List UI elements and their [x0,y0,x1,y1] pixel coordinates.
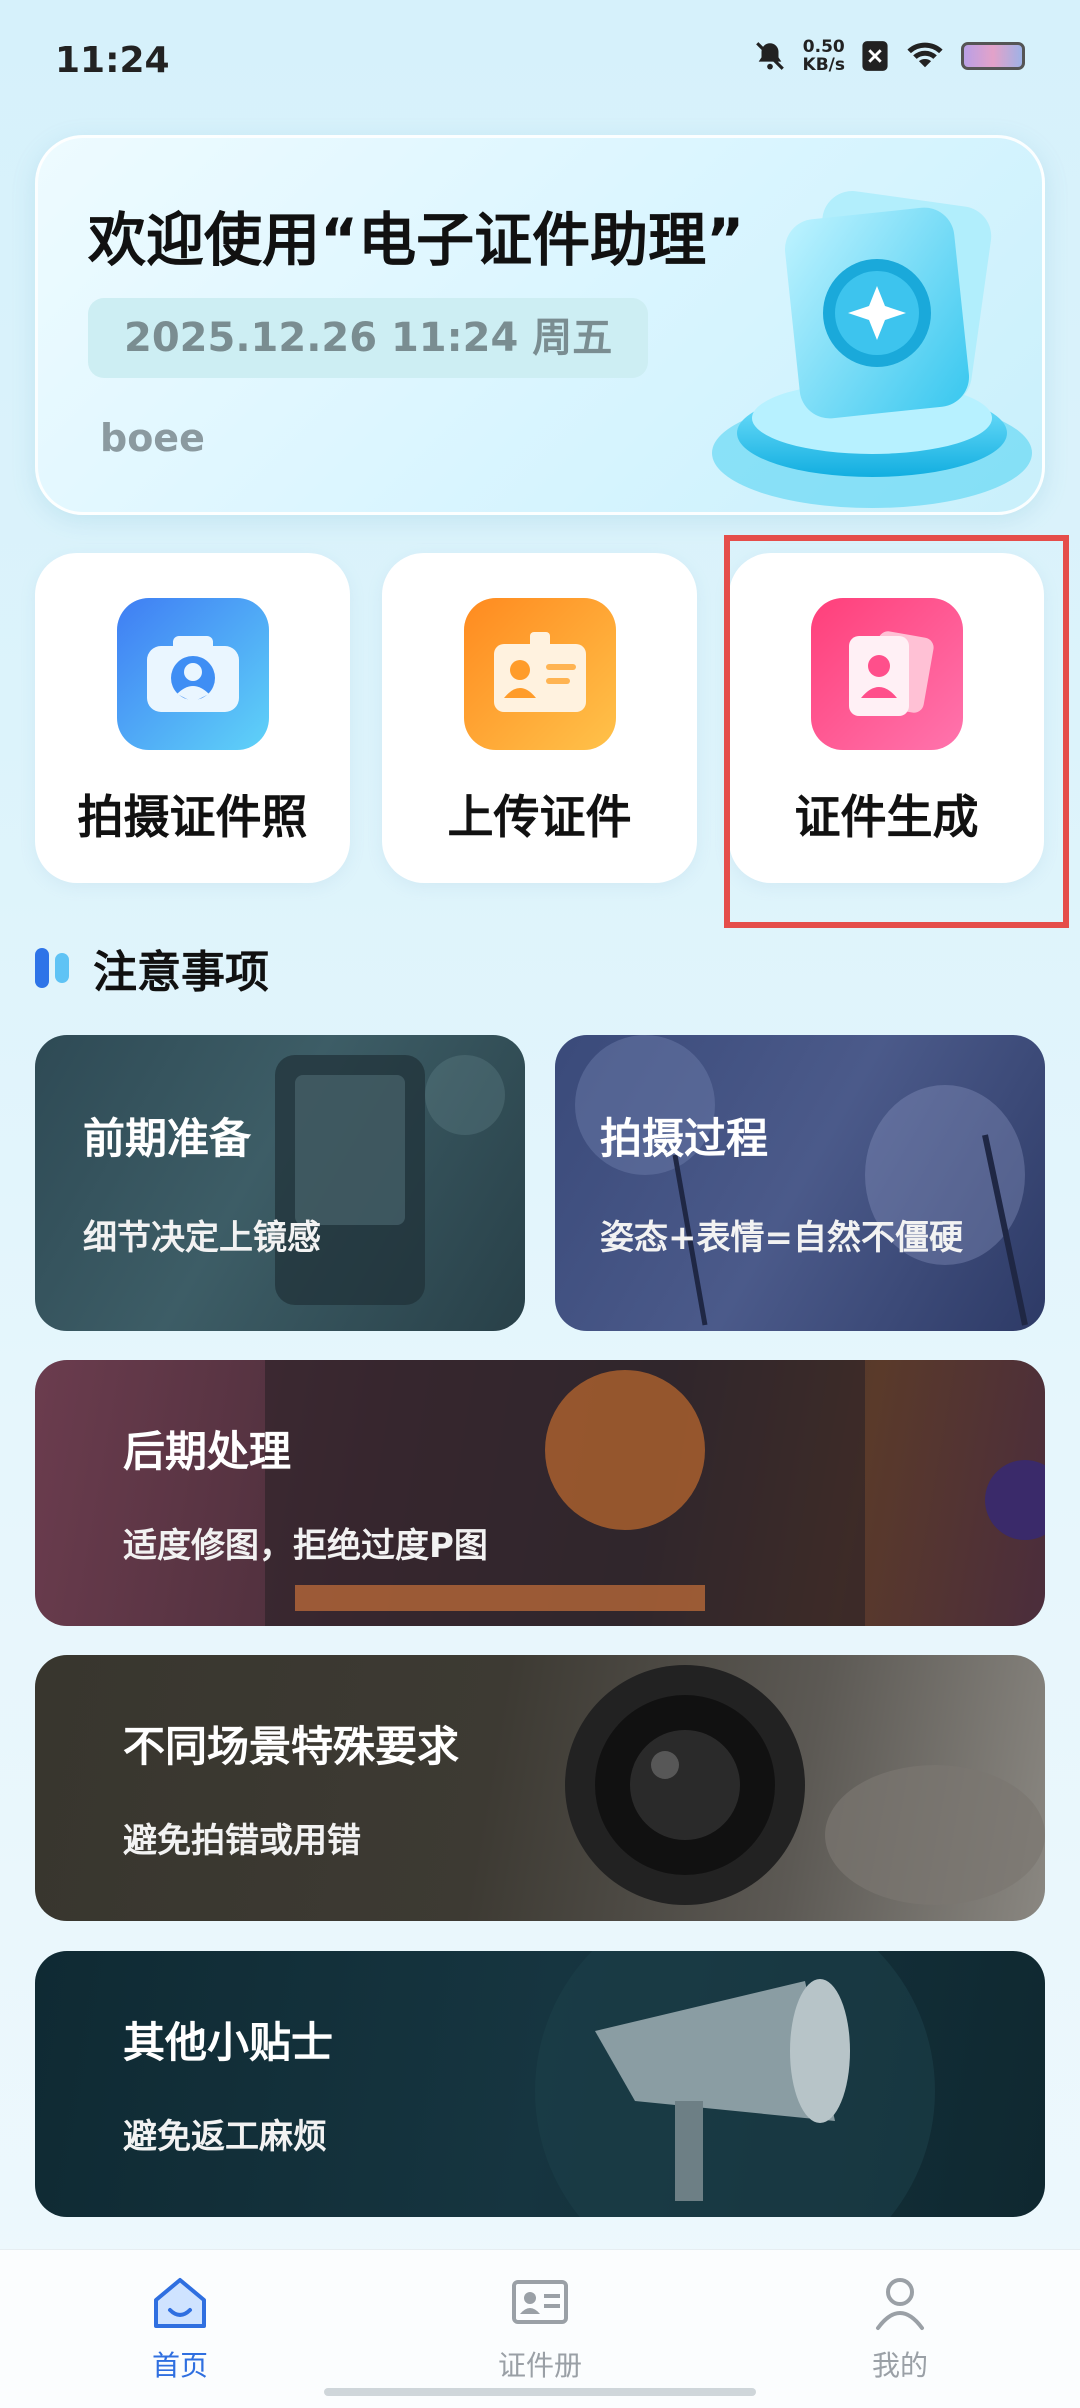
sim-blocked-icon [862,41,888,71]
battery-icon [961,42,1025,70]
tile-label: 拍摄证件照 [77,790,308,844]
home-indicator[interactable] [324,2388,756,2396]
tile-upload-id[interactable]: 上传证件 [382,553,697,883]
notice-title: 其他小贴士 [123,2018,334,2067]
section-title: 注意事项 [93,947,269,998]
notice-card-post-processing[interactable]: 后期处理 适度修图，拒绝过度P图 [35,1360,1045,1626]
id-card-icon [464,598,616,750]
nav-label: 首页 [151,2349,208,2382]
notice-title: 拍摄过程 [600,1114,769,1163]
card-background-image [565,1665,1045,1905]
wifi-icon [907,42,943,68]
card-background-image [275,1055,505,1305]
section-accent [35,948,49,988]
card-background-image [265,1360,1045,1626]
tile-label: 上传证件 [447,790,632,844]
nav-id-album[interactable]: 证件册 [440,2270,640,2384]
username: boee [100,416,205,460]
notice-card-tips[interactable]: 其他小贴士 避免返工麻烦 [35,1951,1045,2217]
status-time: 11:24 [55,40,170,81]
notice-subtitle: 姿态+表情=自然不僵硬 [600,1218,963,1258]
home-icon [154,2278,206,2328]
nav-home[interactable]: 首页 [80,2270,280,2384]
notice-title: 后期处理 [123,1427,292,1476]
status-bar: 11:24 0.50 KB/s [0,0,1080,120]
notice-card-shooting[interactable]: 拍摄过程 姿态+表情=自然不僵硬 [555,1035,1045,1331]
nav-label: 我的 [871,2349,928,2382]
nav-label: 证件册 [497,2349,582,2382]
notice-title: 前期准备 [83,1114,252,1163]
tile-take-id-photo[interactable]: 拍摄证件照 [35,553,350,883]
notice-subtitle: 避免返工麻烦 [123,2117,327,2157]
notice-title: 不同场景特殊要求 [123,1722,460,1771]
welcome-card: 欢迎使用“电子证件助理” 2025.12.26 11:24 周五 boee [35,135,1045,515]
network-speed: 0.50 KB/s [802,37,845,75]
document-stack-illustration [712,191,1032,508]
profile-icon [876,2278,924,2330]
bottom-nav: 首页 证件册 我的 [0,2249,1080,2408]
notice-card-special-scenes[interactable]: 不同场景特殊要求 避免拍错或用错 [35,1655,1045,1921]
card-background-image [535,1951,935,2217]
selection-highlight [724,535,1069,928]
date-time-badge: 2025.12.26 11:24 周五 [88,298,649,378]
id-album-icon [512,2280,568,2324]
nav-profile[interactable]: 我的 [800,2270,1000,2384]
notice-subtitle: 适度修图，拒绝过度P图 [123,1526,488,1566]
welcome-title: 欢迎使用“电子证件助理” [88,206,745,274]
card-background-image [575,1035,1028,1326]
notice-subtitle: 避免拍错或用错 [123,1821,361,1861]
notice-subtitle: 细节决定上镜感 [83,1218,321,1258]
mute-bell-icon [755,42,784,70]
camera-icon [117,598,269,750]
notice-card-preparation[interactable]: 前期准备 细节决定上镜感 [35,1035,525,1331]
section-header: 注意事项 [35,938,269,998]
